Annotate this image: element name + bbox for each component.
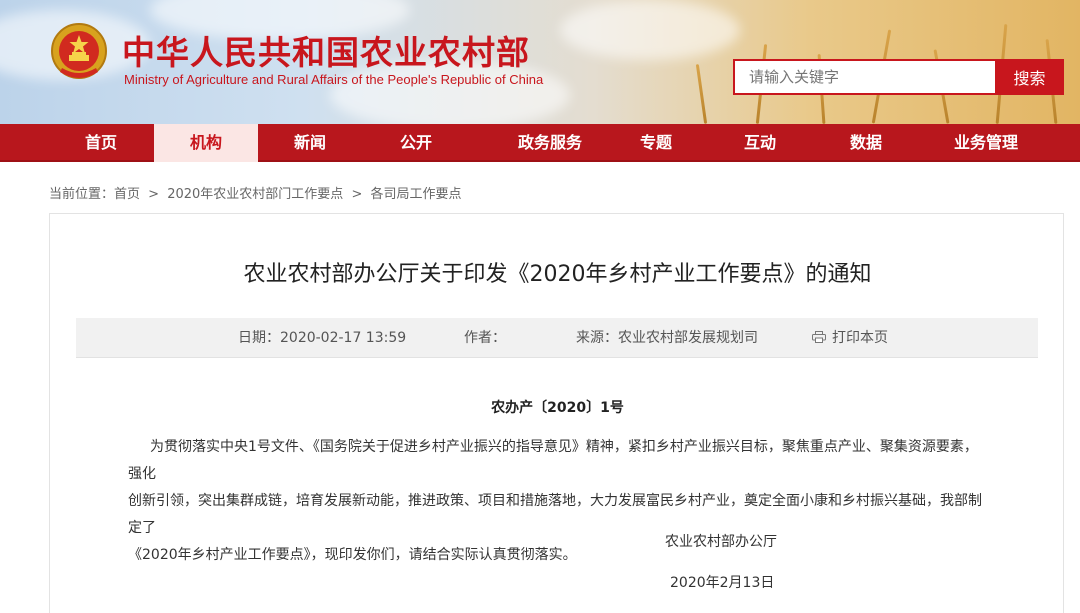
meta-source-value: 农业农村部发展规划司: [618, 330, 758, 346]
signature-organization: 农业农村部办公厅: [665, 534, 777, 550]
breadcrumb-separator: >: [351, 187, 363, 202]
printer-icon: [812, 331, 826, 343]
meta-author-label: 作者：: [464, 330, 506, 346]
site-title-cn[interactable]: 中华人民共和国农业农村部: [122, 26, 530, 74]
body-line-text: 创新引领，突出集群成链，培育发展新动能，推进政策、项目和措施落地，大力发展富民乡…: [128, 493, 982, 536]
meta-author: 作者：: [464, 318, 506, 358]
breadcrumb-link-department-points[interactable]: 各司局工作要点: [371, 187, 462, 202]
nav-item-news[interactable]: 新闻: [258, 124, 362, 162]
main-nav: 首页 机构 新闻 公开 政务服务 专题 互动 数据 业务管理: [0, 124, 1080, 162]
breadcrumb-separator: >: [148, 187, 160, 202]
nav-item-business-mgmt[interactable]: 业务管理: [940, 124, 1032, 162]
document-number: 农办产〔2020〕1号: [491, 400, 624, 416]
meta-date-label: 日期：: [238, 330, 280, 346]
site-title-en[interactable]: Ministry of Agriculture and Rural Affair…: [124, 72, 543, 87]
wheat-stalk: [695, 64, 708, 124]
search-button[interactable]: 搜索: [995, 59, 1064, 95]
site-header: 中华人民共和国农业农村部 Ministry of Agriculture and…: [0, 0, 1080, 124]
article-panel: 农业农村部办公厅关于印发《2020年乡村产业工作要点》的通知 日期：2020-0…: [49, 213, 1064, 613]
article-title: 农业农村部办公厅关于印发《2020年乡村产业工作要点》的通知: [243, 262, 872, 287]
breadcrumb-link-work-points[interactable]: 2020年农业农村部门工作要点: [167, 187, 343, 202]
body-line: 《2020年乡村产业工作要点》，现印发你们，请结合实际认真贯彻落实。: [128, 542, 990, 569]
signature-date: 2020年2月13日: [670, 575, 775, 591]
print-page-button[interactable]: 打印本页: [812, 318, 888, 358]
article-body: 为贯彻落实中央1号文件、《国务院关于促进乡村产业振兴的指导意见》精神，紧扣乡村产…: [128, 434, 990, 569]
body-line: 创新引领，突出集群成链，培育发展新动能，推进政策、项目和措施落地，大力发展富民乡…: [128, 488, 990, 542]
article-meta-bar: 日期：2020-02-17 13:59 作者： 来源：农业农村部发展规划司 打印…: [76, 318, 1038, 358]
print-page-label: 打印本页: [832, 330, 888, 346]
decorative-cloud: [560, 0, 740, 60]
body-line-text: 为贯彻落实中央1号文件、《国务院关于促进乡村产业振兴的指导意见》精神，紧扣乡村产…: [128, 439, 978, 482]
nav-item-home[interactable]: 首页: [48, 124, 154, 162]
breadcrumb-prefix: 当前位置：: [49, 187, 115, 202]
body-line-text: 《2020年乡村产业工作要点》，现印发你们，请结合实际认真贯彻落实。: [128, 547, 577, 563]
nav-item-organization[interactable]: 机构: [154, 124, 258, 162]
nav-item-topics[interactable]: 专题: [612, 124, 700, 162]
meta-source-label: 来源：: [576, 330, 618, 346]
nav-item-interaction[interactable]: 互动: [716, 124, 804, 162]
meta-date-value: 2020-02-17 13:59: [280, 330, 407, 346]
nav-item-public[interactable]: 公开: [362, 124, 470, 162]
search-input[interactable]: [733, 59, 995, 95]
breadcrumb: 当前位置：首页 > 2020年农业农村部门工作要点 > 各司局工作要点: [49, 183, 466, 202]
national-emblem-icon: [51, 23, 107, 79]
meta-source: 来源：农业农村部发展规划司: [576, 318, 758, 358]
meta-date: 日期：2020-02-17 13:59: [238, 318, 406, 358]
breadcrumb-link-home[interactable]: 首页: [114, 187, 140, 202]
body-line: 为贯彻落实中央1号文件、《国务院关于促进乡村产业振兴的指导意见》精神，紧扣乡村产…: [128, 434, 990, 488]
nav-item-data[interactable]: 数据: [822, 124, 910, 162]
nav-item-gov-services[interactable]: 政务服务: [480, 124, 620, 162]
